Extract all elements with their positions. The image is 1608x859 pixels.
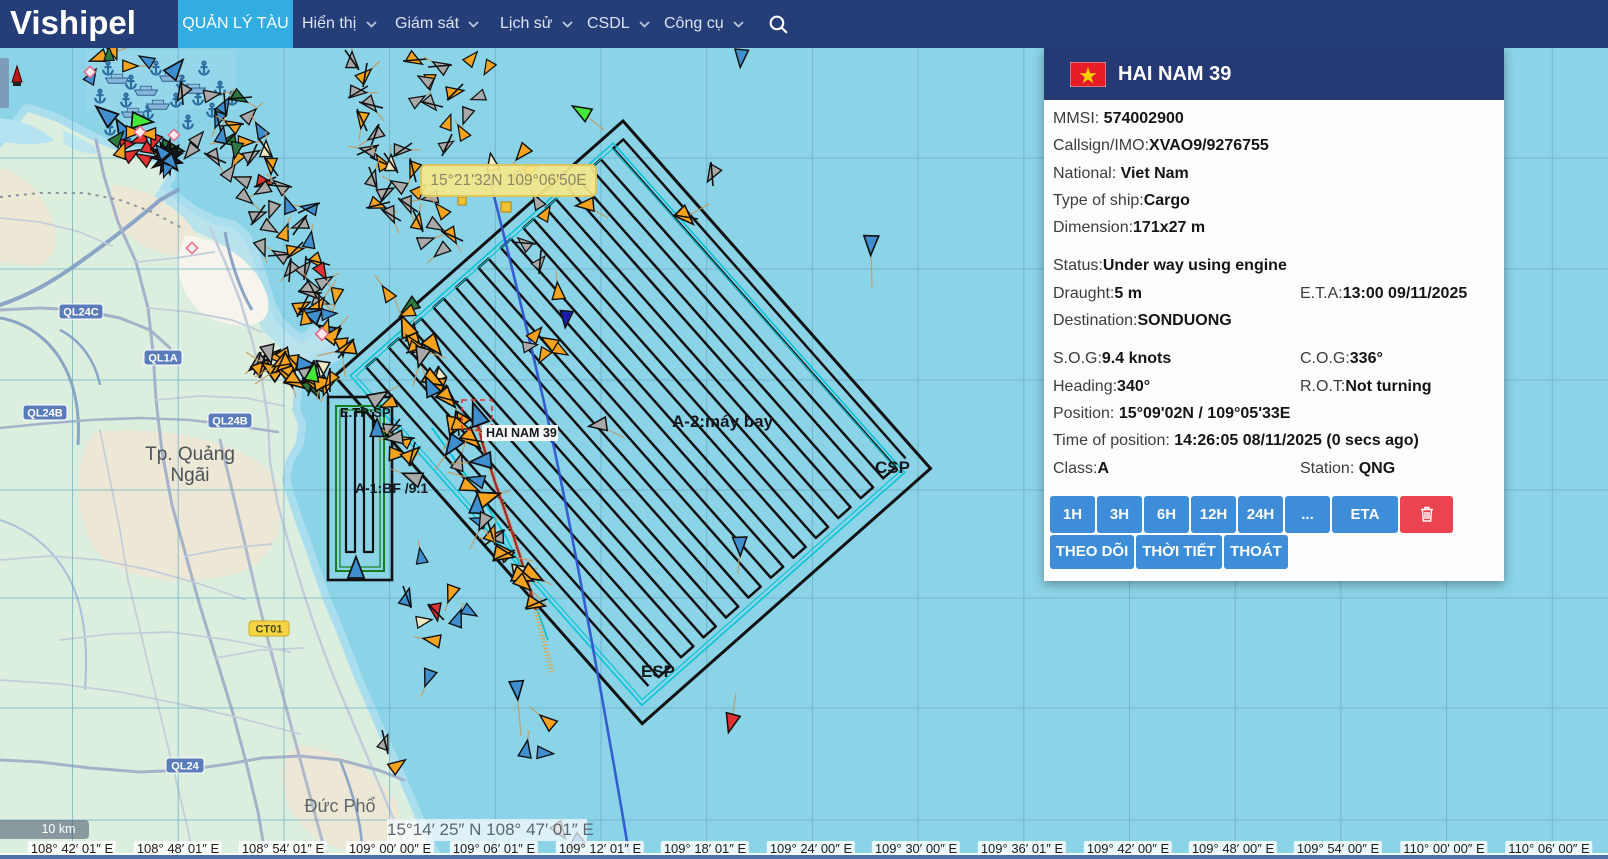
svg-text:Tp. Quảng: Tp. Quảng <box>145 444 235 465</box>
svg-text:E.TP:SP: E.TP:SP <box>340 405 391 420</box>
svg-text:QL24B: QL24B <box>212 416 248 428</box>
svg-text:QL24B: QL24B <box>27 408 63 420</box>
svg-text:QL24: QL24 <box>171 761 199 773</box>
svg-text:CT01: CT01 <box>256 624 283 636</box>
svg-text:HAI NAM 39: HAI NAM 39 <box>486 426 557 440</box>
svg-text:Đức Phổ: Đức Phổ <box>304 796 375 816</box>
svg-text:ESP: ESP <box>641 662 675 681</box>
svg-text:A-2:máy bay: A-2:máy bay <box>672 412 774 431</box>
svg-text:QL24C: QL24C <box>63 307 99 319</box>
svg-text:A-1:BF /9.1: A-1:BF /9.1 <box>355 480 428 496</box>
svg-text:QL1A: QL1A <box>148 353 177 365</box>
svg-text:Ngãi: Ngãi <box>170 465 209 486</box>
svg-text:CSP: CSP <box>875 458 910 477</box>
